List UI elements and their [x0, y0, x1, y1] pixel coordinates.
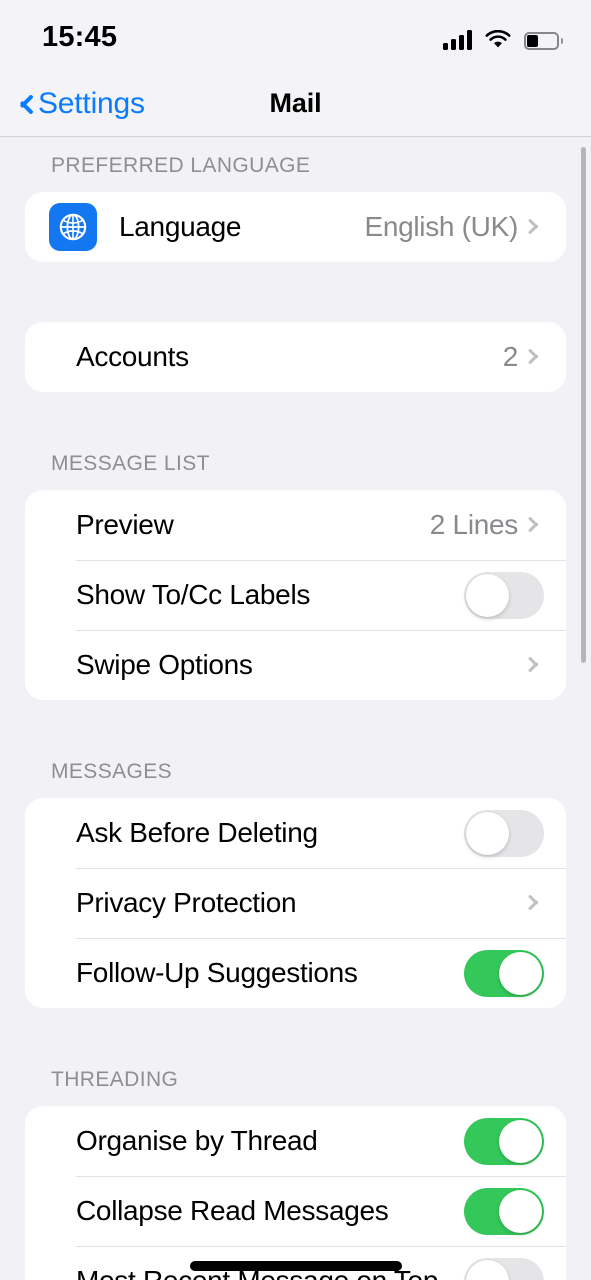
row-show-to-cc-labels[interactable]: Show To/Cc Labels — [25, 560, 566, 630]
settings-mail-screen: 15:45 Settings Mail PREFERRED LANGUAGE L… — [0, 0, 591, 1280]
section-header-messages: Messages — [51, 760, 173, 783]
status-icons — [443, 24, 563, 50]
row-follow-up-suggestions[interactable]: Follow-Up Suggestions — [25, 938, 566, 1008]
toggle-follow-up-suggestions[interactable] — [464, 949, 544, 997]
toggle-most-recent-message-on-top[interactable] — [464, 1257, 544, 1280]
wifi-icon — [485, 29, 511, 50]
card-threading: Organise by Thread Collapse Read Message… — [25, 1106, 566, 1280]
row-swipe-options[interactable]: Swipe Options — [25, 630, 566, 700]
row-ask-before-deleting[interactable]: Ask Before Deleting — [25, 798, 566, 868]
section-header-message-list: Message List — [51, 452, 210, 475]
row-value: English (UK) — [364, 211, 518, 242]
row-language[interactable]: Language English (UK) — [25, 192, 566, 262]
toggle-collapse-read-messages[interactable] — [464, 1187, 544, 1235]
row-privacy-protection[interactable]: Privacy Protection — [25, 868, 566, 938]
row-label: Show To/Cc Labels — [76, 579, 311, 610]
row-label: Ask Before Deleting — [76, 817, 318, 848]
chevron-right-icon — [532, 216, 544, 238]
chevron-right-icon — [532, 654, 544, 676]
section-header-preferred-language: Preferred Language — [51, 154, 311, 177]
row-label: Swipe Options — [76, 649, 253, 680]
toggle-show-to-cc-labels[interactable] — [464, 571, 544, 619]
row-label: Collapse Read Messages — [76, 1195, 389, 1226]
row-label: Language — [119, 211, 242, 242]
chevron-right-icon — [532, 346, 544, 368]
row-label: Organise by Thread — [76, 1125, 318, 1156]
status-bar: 15:45 — [0, 0, 591, 70]
section-header-threading: Threading — [51, 1068, 179, 1091]
row-preview[interactable]: Preview 2 Lines — [25, 490, 566, 560]
row-value: 2 — [502, 341, 519, 372]
chevron-left-icon — [14, 90, 30, 118]
card-preferred-language: Language English (UK) — [25, 192, 566, 262]
back-button[interactable]: Settings — [14, 70, 145, 137]
settings-list[interactable]: Preferred Language Language English (UK) — [0, 138, 591, 1280]
status-time: 15:45 — [42, 21, 118, 53]
chevron-right-icon — [532, 892, 544, 914]
card-message-list: Preview 2 Lines Show To/Cc Labels Swipe … — [25, 490, 566, 700]
chevron-right-icon — [532, 514, 544, 536]
card-messages: Ask Before Deleting Privacy Protection F… — [25, 798, 566, 1008]
row-label: Preview — [76, 509, 174, 540]
toggle-organise-by-thread[interactable] — [464, 1117, 544, 1165]
row-value: 2 Lines — [429, 509, 519, 540]
back-button-label: Settings — [38, 86, 145, 120]
row-accounts[interactable]: Accounts 2 — [25, 322, 566, 392]
globe-icon — [49, 203, 97, 251]
toggle-ask-before-deleting[interactable] — [464, 809, 544, 857]
row-organise-by-thread[interactable]: Organise by Thread — [25, 1106, 566, 1176]
row-label: Follow-Up Suggestions — [76, 957, 358, 988]
home-indicator — [189, 1261, 402, 1271]
row-label: Accounts — [76, 341, 189, 372]
row-collapse-read-messages[interactable]: Collapse Read Messages — [25, 1176, 566, 1246]
card-accounts: Accounts 2 — [25, 322, 566, 392]
row-label: Privacy Protection — [76, 887, 297, 918]
cellular-signal-icon — [443, 29, 472, 50]
battery-icon — [524, 32, 563, 50]
navigation-bar: Settings Mail — [0, 70, 591, 137]
vertical-scrollbar[interactable] — [581, 147, 586, 663]
